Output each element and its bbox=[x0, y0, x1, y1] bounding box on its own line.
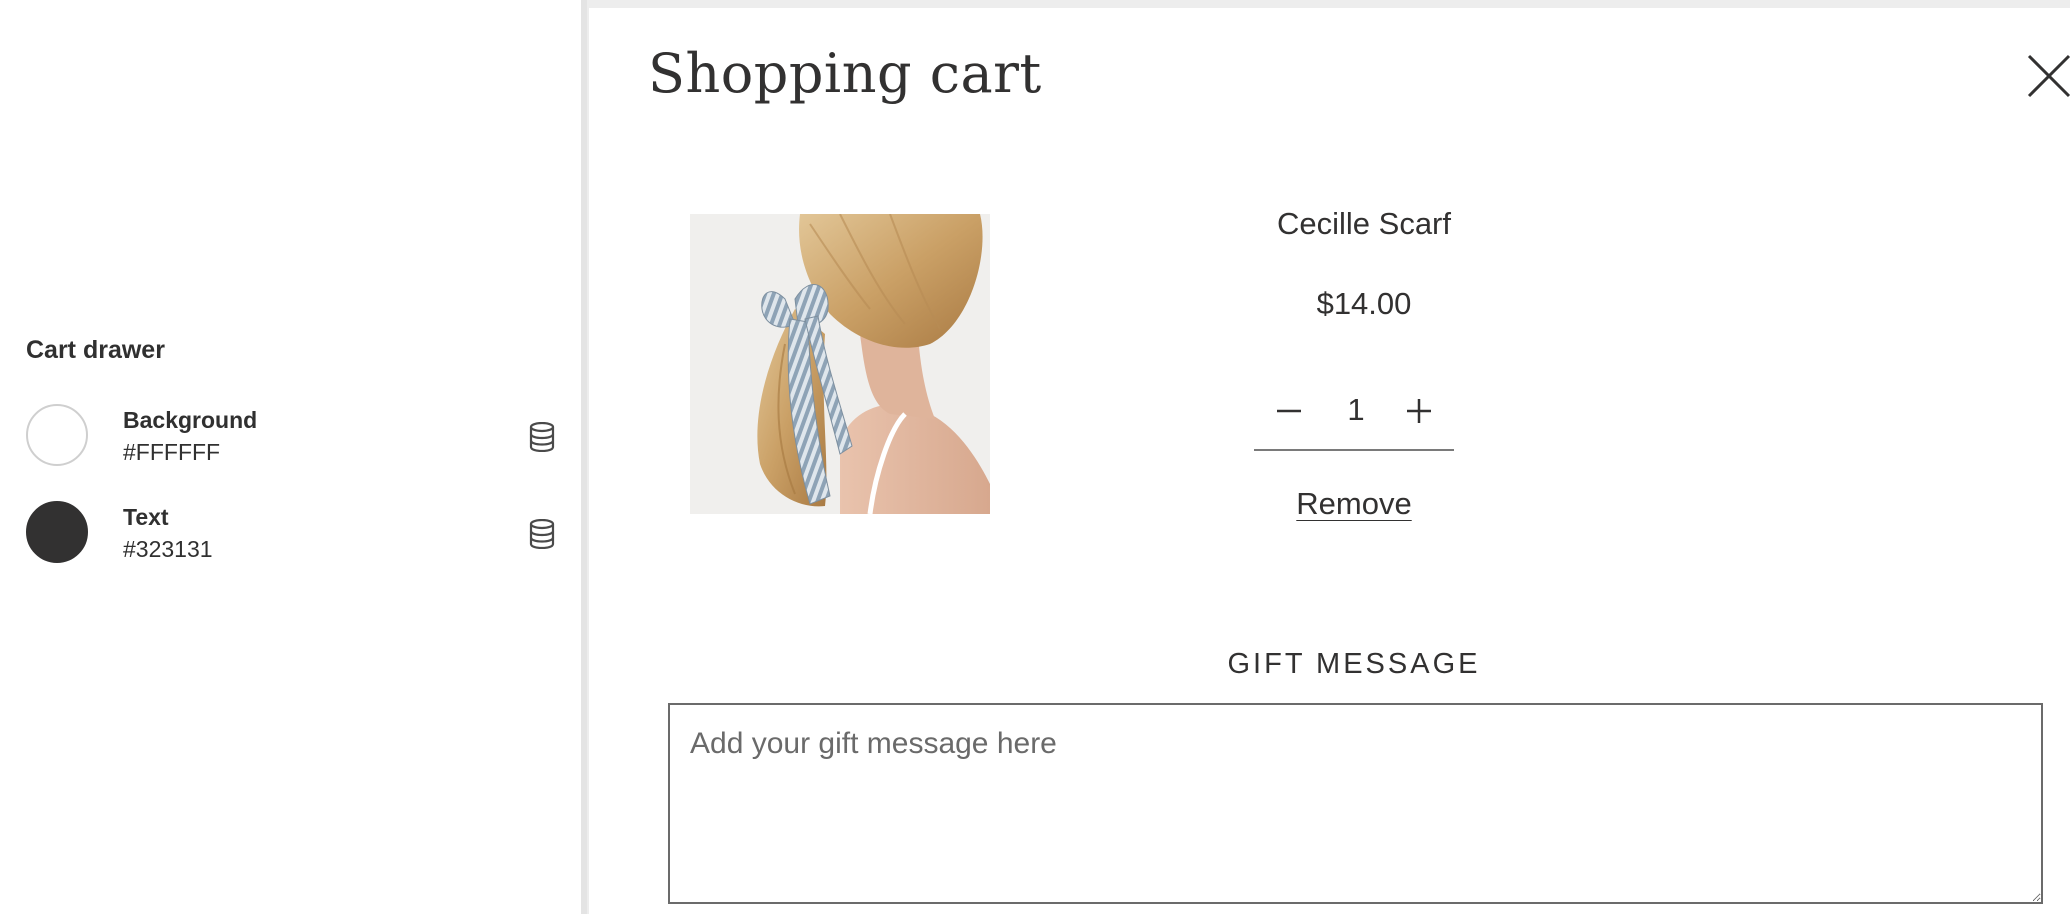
remove-item-link-wrapper: Remove bbox=[1254, 486, 1454, 522]
product-price: $14.00 bbox=[1316, 286, 1412, 321]
color-label: Text bbox=[123, 504, 169, 530]
close-icon[interactable] bbox=[2025, 52, 2070, 102]
product-image[interactable] bbox=[690, 214, 990, 514]
color-setting-text[interactable]: Text #323131 bbox=[26, 501, 556, 567]
gift-message-heading: GIFT MESSAGE bbox=[1227, 648, 1481, 680]
color-label: Background bbox=[123, 407, 258, 433]
cart-title: Shopping cart bbox=[648, 42, 1042, 105]
gift-message-input[interactable] bbox=[668, 703, 2043, 904]
color-swatch-background[interactable] bbox=[26, 404, 88, 466]
plus-icon[interactable] bbox=[1401, 393, 1437, 429]
color-hex-value: #323131 bbox=[123, 536, 213, 562]
quantity-stepper bbox=[1254, 385, 1454, 451]
color-swatch-text[interactable] bbox=[26, 501, 88, 563]
minus-icon[interactable] bbox=[1271, 393, 1307, 429]
database-icon[interactable] bbox=[528, 422, 556, 452]
theme-settings-panel: Cart drawer Background #FFFFFF Text #323… bbox=[0, 0, 581, 914]
color-hex-value: #FFFFFF bbox=[123, 439, 221, 465]
database-icon[interactable] bbox=[528, 519, 556, 549]
product-name[interactable]: Cecille Scarf bbox=[1139, 206, 1589, 242]
section-title: Cart drawer bbox=[26, 336, 165, 364]
cart-drawer: Shopping cart Cecille Scarf $14.00 1 Rem… bbox=[589, 8, 2070, 914]
product-photo bbox=[690, 214, 990, 514]
cart-item-details: Cecille Scarf $14.00 bbox=[1139, 198, 1589, 322]
quantity-input[interactable] bbox=[1324, 391, 1388, 429]
color-setting-background[interactable]: Background #FFFFFF bbox=[26, 404, 556, 470]
remove-item-link[interactable]: Remove bbox=[1296, 486, 1411, 521]
